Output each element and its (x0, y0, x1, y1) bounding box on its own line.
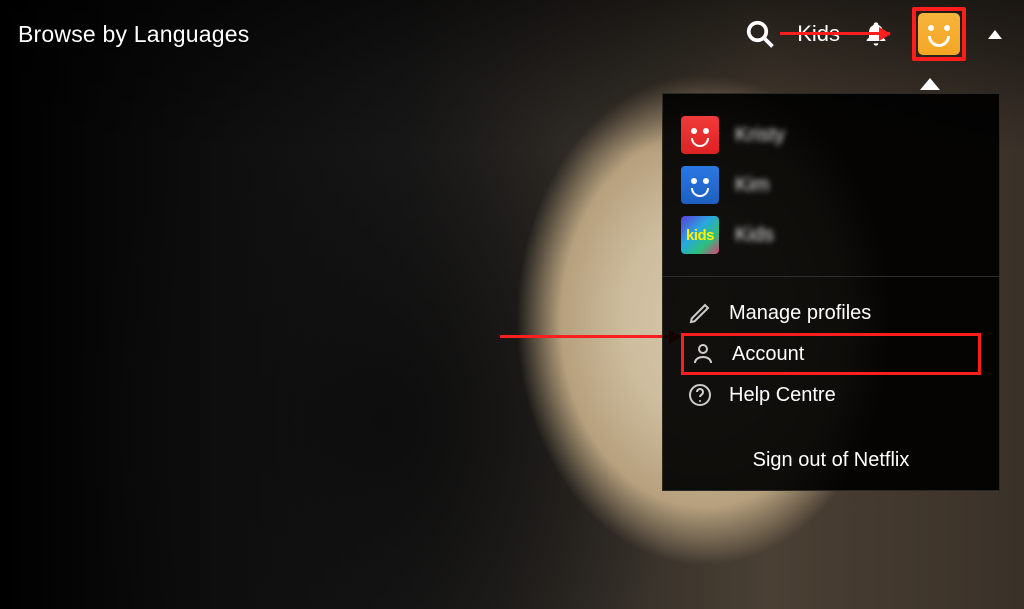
menu-label: Help Centre (729, 384, 836, 407)
dropdown-menu: Manage profiles Account Help Centre (663, 276, 999, 431)
person-icon (688, 342, 718, 366)
profile-row-0[interactable]: Kristy (681, 110, 981, 160)
menu-account[interactable]: Account (681, 333, 981, 375)
profile-avatar-1 (681, 166, 719, 204)
profile-avatar[interactable] (918, 13, 960, 55)
profile-row-2[interactable]: kids Kids (681, 210, 981, 260)
pencil-icon (685, 301, 715, 325)
search-icon[interactable] (745, 19, 775, 49)
dropdown-profiles: Kristy Kim kids Kids (663, 94, 999, 276)
help-icon (685, 383, 715, 407)
menu-help-centre[interactable]: Help Centre (681, 375, 981, 415)
profile-dropdown: Kristy Kim kids Kids Manage profiles (662, 93, 1000, 491)
annotation-arrow-account (500, 335, 680, 338)
profile-name-2: Kids (735, 224, 774, 247)
profile-row-1[interactable]: Kim (681, 160, 981, 210)
profile-name-1: Kim (735, 174, 769, 197)
dropdown-caret-icon (920, 78, 940, 90)
menu-label: Account (732, 343, 804, 366)
menu-manage-profiles[interactable]: Manage profiles (681, 293, 981, 333)
browse-by-languages-link[interactable]: Browse by Languages (18, 21, 249, 48)
menu-label: Manage profiles (729, 302, 871, 325)
profile-avatar-highlight (912, 7, 966, 61)
annotation-arrow-top (780, 32, 890, 35)
profile-avatar-2: kids (681, 216, 719, 254)
menu-sign-out[interactable]: Sign out of Netflix (663, 431, 999, 490)
smile-icon (928, 36, 950, 47)
profile-name-0: Kristy (735, 124, 785, 147)
caret-up-icon (988, 30, 1002, 39)
profile-avatar-0 (681, 116, 719, 154)
